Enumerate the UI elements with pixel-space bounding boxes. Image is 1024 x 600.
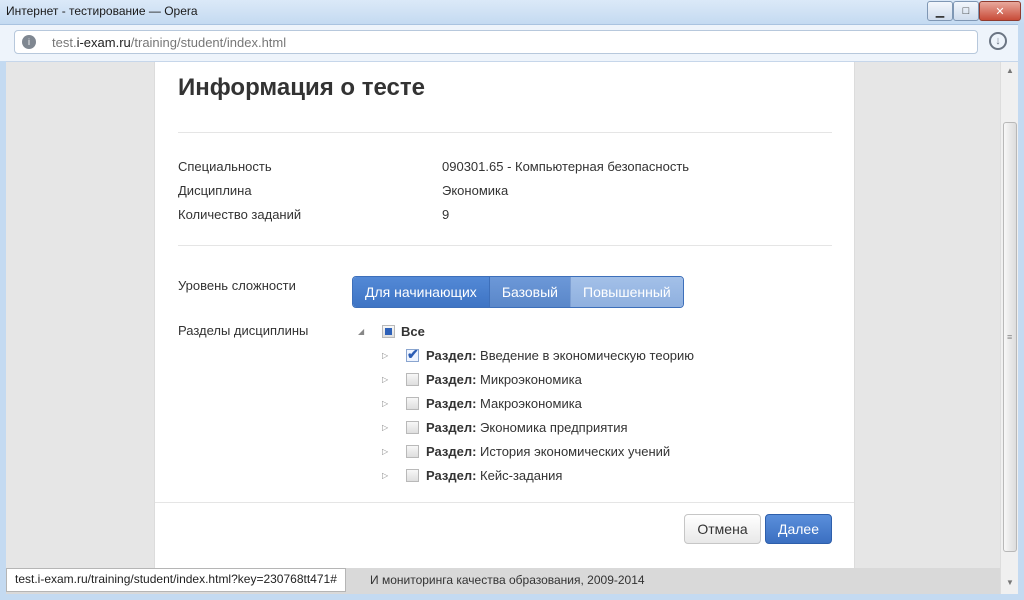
expand-arrow-icon[interactable]: ▷ xyxy=(382,399,388,408)
difficulty-advanced-button[interactable]: Повышенный xyxy=(570,277,683,307)
next-button[interactable]: Далее xyxy=(765,514,832,544)
url-path: /training/student/index.html xyxy=(130,35,287,50)
page-viewport: Информация о тесте Специальность 090301.… xyxy=(6,62,1000,594)
window-frame-right xyxy=(1018,24,1024,600)
select-all-label: Все xyxy=(401,324,425,339)
section-checkbox[interactable] xyxy=(406,421,419,434)
section-label: Раздел: История экономических учений xyxy=(426,444,671,459)
section-checkbox[interactable] xyxy=(406,373,419,386)
section-checkbox[interactable] xyxy=(406,397,419,410)
task-count-value: 9 xyxy=(442,207,450,222)
scroll-up-icon[interactable]: ▲ xyxy=(1003,64,1017,78)
tree-item: ▷ Раздел: Микроэкономика xyxy=(382,370,782,390)
section-label: Раздел: Введение в экономическую теорию xyxy=(426,348,695,363)
tree-item: ▷ Раздел: Экономика предприятия xyxy=(382,418,782,438)
grip-icon: ≡ xyxy=(1007,332,1013,342)
expand-arrow-icon[interactable]: ▷ xyxy=(382,351,388,360)
close-icon: ✕ xyxy=(995,5,1005,18)
expand-arrow-icon[interactable]: ▷ xyxy=(382,447,388,456)
specialty-value: 090301.65 - Компьютерная безопасность xyxy=(442,159,690,174)
close-button[interactable]: ✕ xyxy=(979,1,1021,21)
status-url-tooltip: test.i-exam.ru/training/student/index.ht… xyxy=(6,568,346,592)
maximize-icon: □ xyxy=(962,5,970,17)
specialty-label: Специальность xyxy=(178,159,272,174)
maximize-button[interactable]: □ xyxy=(953,1,979,21)
cancel-button[interactable]: Отмена xyxy=(684,514,761,544)
expand-arrow-icon[interactable]: ▷ xyxy=(382,375,388,384)
url-host: i-exam.ru xyxy=(76,35,131,50)
difficulty-basic-button[interactable]: Базовый xyxy=(488,277,570,307)
section-label: Раздел: Кейс-задания xyxy=(426,468,563,483)
window-title: Интернет - тестирование — Opera xyxy=(6,4,198,18)
tree-root: ◢ Все xyxy=(358,322,658,342)
tree-item: ▷ Раздел: Кейс-задания xyxy=(382,466,782,486)
copyright-text: И мониторинга качества образования, 2009… xyxy=(370,573,645,587)
collapse-arrow-icon[interactable]: ◢ xyxy=(358,327,364,336)
section-label: Раздел: Макроэкономика xyxy=(426,396,582,411)
info-icon[interactable]: i xyxy=(22,35,36,49)
section-checkbox[interactable] xyxy=(406,445,419,458)
discipline-label: Дисциплина xyxy=(178,183,252,198)
window-titlebar: Интернет - тестирование — Opera ▁ □ ✕ xyxy=(0,0,1024,25)
section-label: Раздел: Экономика предприятия xyxy=(426,420,628,435)
difficulty-selector: Для начинающих Базовый Повышенный xyxy=(352,276,684,308)
difficulty-label: Уровень сложности xyxy=(178,278,296,293)
minimize-icon: ▁ xyxy=(935,5,945,18)
task-count-label: Количество заданий xyxy=(178,207,302,222)
minimize-button[interactable]: ▁ xyxy=(927,1,953,21)
scroll-thumb[interactable]: ≡ xyxy=(1003,122,1017,552)
tree-item: ▷ Раздел: Макроэкономика xyxy=(382,394,782,414)
difficulty-beginner-button[interactable]: Для начинающих xyxy=(353,277,489,307)
section-checkbox[interactable]: ✔ xyxy=(406,346,419,362)
address-bar: i test.i-exam.ru/training/student/index.… xyxy=(0,25,1024,62)
window-frame-bottom xyxy=(0,594,1024,600)
discipline-value: Экономика xyxy=(442,183,509,198)
expand-arrow-icon[interactable]: ▷ xyxy=(382,423,388,432)
modal-footer-divider xyxy=(155,502,854,503)
modal-title: Информация о тесте xyxy=(178,74,425,101)
sections-label: Разделы дисциплины xyxy=(178,323,309,338)
expand-arrow-icon[interactable]: ▷ xyxy=(382,471,388,480)
checkmark-icon: ✔ xyxy=(407,346,419,362)
divider xyxy=(178,245,832,246)
section-label: Раздел: Микроэкономика xyxy=(426,372,582,387)
tree-item: ▷ ✔ Раздел: Введение в экономическую тео… xyxy=(382,346,782,366)
url-text[interactable]: test.i-exam.ru/training/student/index.ht… xyxy=(52,35,286,50)
url-prefix: test. xyxy=(52,35,77,50)
download-icon[interactable]: ↓ xyxy=(989,32,1007,50)
select-all-checkbox[interactable] xyxy=(382,325,395,338)
tree-item: ▷ Раздел: История экономических учений xyxy=(382,442,782,462)
vertical-scrollbar[interactable]: ▲ ≡ ▼ xyxy=(1000,62,1019,594)
divider xyxy=(178,132,832,133)
test-info-modal: Информация о тесте Специальность 090301.… xyxy=(154,62,855,568)
section-checkbox[interactable] xyxy=(406,469,419,482)
scroll-down-icon[interactable]: ▼ xyxy=(1003,576,1017,590)
url-field[interactable]: i test.i-exam.ru/training/student/index.… xyxy=(14,30,978,54)
